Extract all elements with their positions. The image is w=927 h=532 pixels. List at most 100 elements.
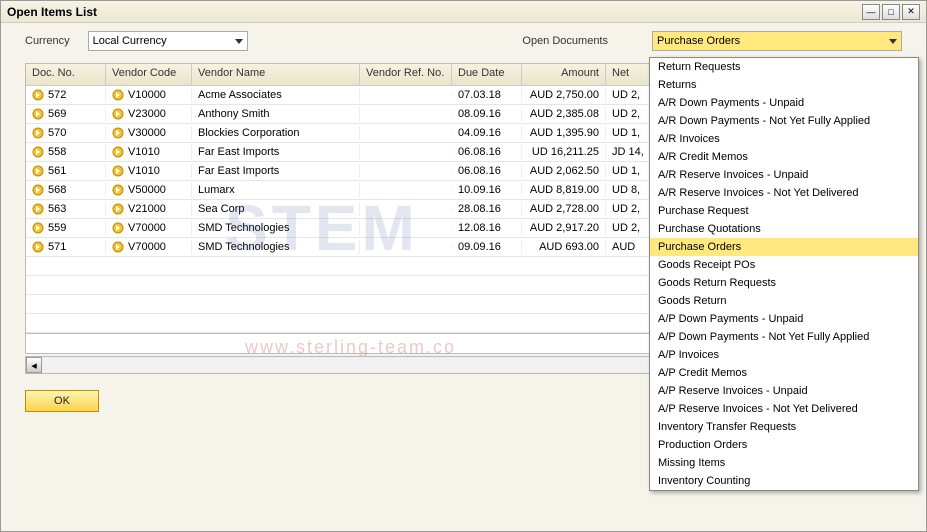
link-arrow-icon[interactable] bbox=[112, 241, 124, 253]
open-documents-dropdown[interactable]: Return RequestsReturnsA/R Down Payments … bbox=[649, 57, 919, 491]
dropdown-item[interactable]: Inventory Counting bbox=[650, 472, 918, 490]
vendor-code-value: V70000 bbox=[128, 222, 166, 234]
dropdown-item[interactable]: Purchase Orders bbox=[650, 238, 918, 256]
link-arrow-icon[interactable] bbox=[112, 108, 124, 120]
dropdown-item[interactable]: A/P Reserve Invoices - Not Yet Delivered bbox=[650, 400, 918, 418]
docno-value: 563 bbox=[48, 203, 66, 215]
dropdown-item[interactable]: Goods Receipt POs bbox=[650, 256, 918, 274]
link-arrow-icon[interactable] bbox=[32, 241, 44, 253]
due-date-value: 07.03.18 bbox=[458, 89, 501, 101]
dropdown-item[interactable]: Goods Return bbox=[650, 292, 918, 310]
amount-value: AUD 693.00 bbox=[539, 241, 599, 253]
dropdown-item[interactable]: Returns bbox=[650, 76, 918, 94]
col-vendor-ref[interactable]: Vendor Ref. No. bbox=[360, 64, 452, 85]
link-arrow-icon[interactable] bbox=[112, 127, 124, 139]
due-date-value: 06.08.16 bbox=[458, 165, 501, 177]
net-value: UD 1, bbox=[612, 165, 640, 177]
net-value: UD 2, bbox=[612, 203, 640, 215]
link-arrow-icon[interactable] bbox=[32, 127, 44, 139]
docno-value: 569 bbox=[48, 108, 66, 120]
col-vendor-code[interactable]: Vendor Code bbox=[106, 64, 192, 85]
dropdown-item[interactable]: A/R Down Payments - Not Yet Fully Applie… bbox=[650, 112, 918, 130]
link-arrow-icon[interactable] bbox=[112, 89, 124, 101]
minimize-button[interactable]: — bbox=[862, 4, 880, 20]
net-value: UD 2, bbox=[612, 89, 640, 101]
dropdown-item[interactable]: Missing Items bbox=[650, 454, 918, 472]
link-arrow-icon[interactable] bbox=[112, 184, 124, 196]
col-vendor-name[interactable]: Vendor Name bbox=[192, 64, 360, 85]
open-documents-label: Open Documents bbox=[522, 35, 608, 47]
vendor-code-value: V1010 bbox=[128, 146, 160, 158]
amount-value: AUD 2,728.00 bbox=[530, 203, 599, 215]
chevron-down-icon bbox=[889, 39, 897, 44]
open-documents-combo[interactable]: Purchase Orders bbox=[652, 31, 902, 51]
dropdown-item[interactable]: A/P Reserve Invoices - Unpaid bbox=[650, 382, 918, 400]
close-button[interactable]: ✕ bbox=[902, 4, 920, 20]
due-date-value: 04.09.16 bbox=[458, 127, 501, 139]
col-amount[interactable]: Amount bbox=[522, 64, 606, 85]
dropdown-item[interactable]: A/R Invoices bbox=[650, 130, 918, 148]
dropdown-item[interactable]: Return Requests bbox=[650, 58, 918, 76]
link-arrow-icon[interactable] bbox=[32, 146, 44, 158]
chevron-down-icon bbox=[235, 39, 243, 44]
scroll-left-button[interactable]: ◂ bbox=[26, 357, 42, 373]
col-docno[interactable]: Doc. No. bbox=[26, 64, 106, 85]
col-due-date[interactable]: Due Date bbox=[452, 64, 522, 85]
vendor-name-value: Blockies Corporation bbox=[198, 127, 300, 139]
docno-value: 558 bbox=[48, 146, 66, 158]
net-value: JD 14, bbox=[612, 146, 644, 158]
due-date-value: 12.08.16 bbox=[458, 222, 501, 234]
vendor-code-value: V50000 bbox=[128, 184, 166, 196]
vendor-name-value: Anthony Smith bbox=[198, 108, 270, 120]
link-arrow-icon[interactable] bbox=[32, 184, 44, 196]
currency-value: Local Currency bbox=[93, 35, 167, 47]
link-arrow-icon[interactable] bbox=[112, 203, 124, 215]
link-arrow-icon[interactable] bbox=[112, 165, 124, 177]
open-items-window: Open Items List — □ ✕ Currency Local Cur… bbox=[0, 0, 927, 532]
net-value: UD 2, bbox=[612, 108, 640, 120]
dropdown-item[interactable]: Inventory Transfer Requests bbox=[650, 418, 918, 436]
amount-value: UD 16,211.25 bbox=[532, 146, 599, 158]
dropdown-item[interactable]: A/P Down Payments - Not Yet Fully Applie… bbox=[650, 328, 918, 346]
net-value: UD 2, bbox=[612, 222, 640, 234]
vendor-code-value: V23000 bbox=[128, 108, 166, 120]
titlebar: Open Items List — □ ✕ bbox=[1, 1, 926, 23]
docno-value: 568 bbox=[48, 184, 66, 196]
vendor-name-value: Acme Associates bbox=[198, 89, 282, 101]
vendor-code-value: V30000 bbox=[128, 127, 166, 139]
vendor-name-value: Far East Imports bbox=[198, 165, 279, 177]
maximize-button[interactable]: □ bbox=[882, 4, 900, 20]
link-arrow-icon[interactable] bbox=[112, 146, 124, 158]
link-arrow-icon[interactable] bbox=[32, 165, 44, 177]
dropdown-item[interactable]: Purchase Quotations bbox=[650, 220, 918, 238]
link-arrow-icon[interactable] bbox=[32, 108, 44, 120]
amount-value: AUD 2,385.08 bbox=[530, 108, 599, 120]
dropdown-item[interactable]: Goods Return Requests bbox=[650, 274, 918, 292]
dropdown-item[interactable]: A/R Reserve Invoices - Not Yet Delivered bbox=[650, 184, 918, 202]
dropdown-item[interactable]: A/P Credit Memos bbox=[650, 364, 918, 382]
docno-value: 571 bbox=[48, 241, 66, 253]
vendor-name-value: SMD Technologies bbox=[198, 241, 290, 253]
dropdown-item[interactable]: A/R Reserve Invoices - Unpaid bbox=[650, 166, 918, 184]
link-arrow-icon[interactable] bbox=[32, 203, 44, 215]
link-arrow-icon[interactable] bbox=[32, 222, 44, 234]
ok-button[interactable]: OK bbox=[25, 390, 99, 412]
dropdown-item[interactable]: A/R Credit Memos bbox=[650, 148, 918, 166]
due-date-value: 28.08.16 bbox=[458, 203, 501, 215]
net-value: AUD bbox=[612, 241, 635, 253]
dropdown-item[interactable]: A/P Invoices bbox=[650, 346, 918, 364]
vendor-code-value: V1010 bbox=[128, 165, 160, 177]
vendor-code-value: V21000 bbox=[128, 203, 166, 215]
currency-label: Currency bbox=[25, 35, 70, 47]
dropdown-item[interactable]: A/R Down Payments - Unpaid bbox=[650, 94, 918, 112]
dropdown-item[interactable]: Purchase Request bbox=[650, 202, 918, 220]
link-arrow-icon[interactable] bbox=[32, 89, 44, 101]
docno-value: 559 bbox=[48, 222, 66, 234]
amount-value: AUD 8,819.00 bbox=[530, 184, 599, 196]
dropdown-item[interactable]: A/P Down Payments - Unpaid bbox=[650, 310, 918, 328]
dropdown-item[interactable]: Production Orders bbox=[650, 436, 918, 454]
amount-value: AUD 2,917.20 bbox=[530, 222, 599, 234]
vendor-name-value: SMD Technologies bbox=[198, 222, 290, 234]
currency-combo[interactable]: Local Currency bbox=[88, 31, 248, 51]
link-arrow-icon[interactable] bbox=[112, 222, 124, 234]
